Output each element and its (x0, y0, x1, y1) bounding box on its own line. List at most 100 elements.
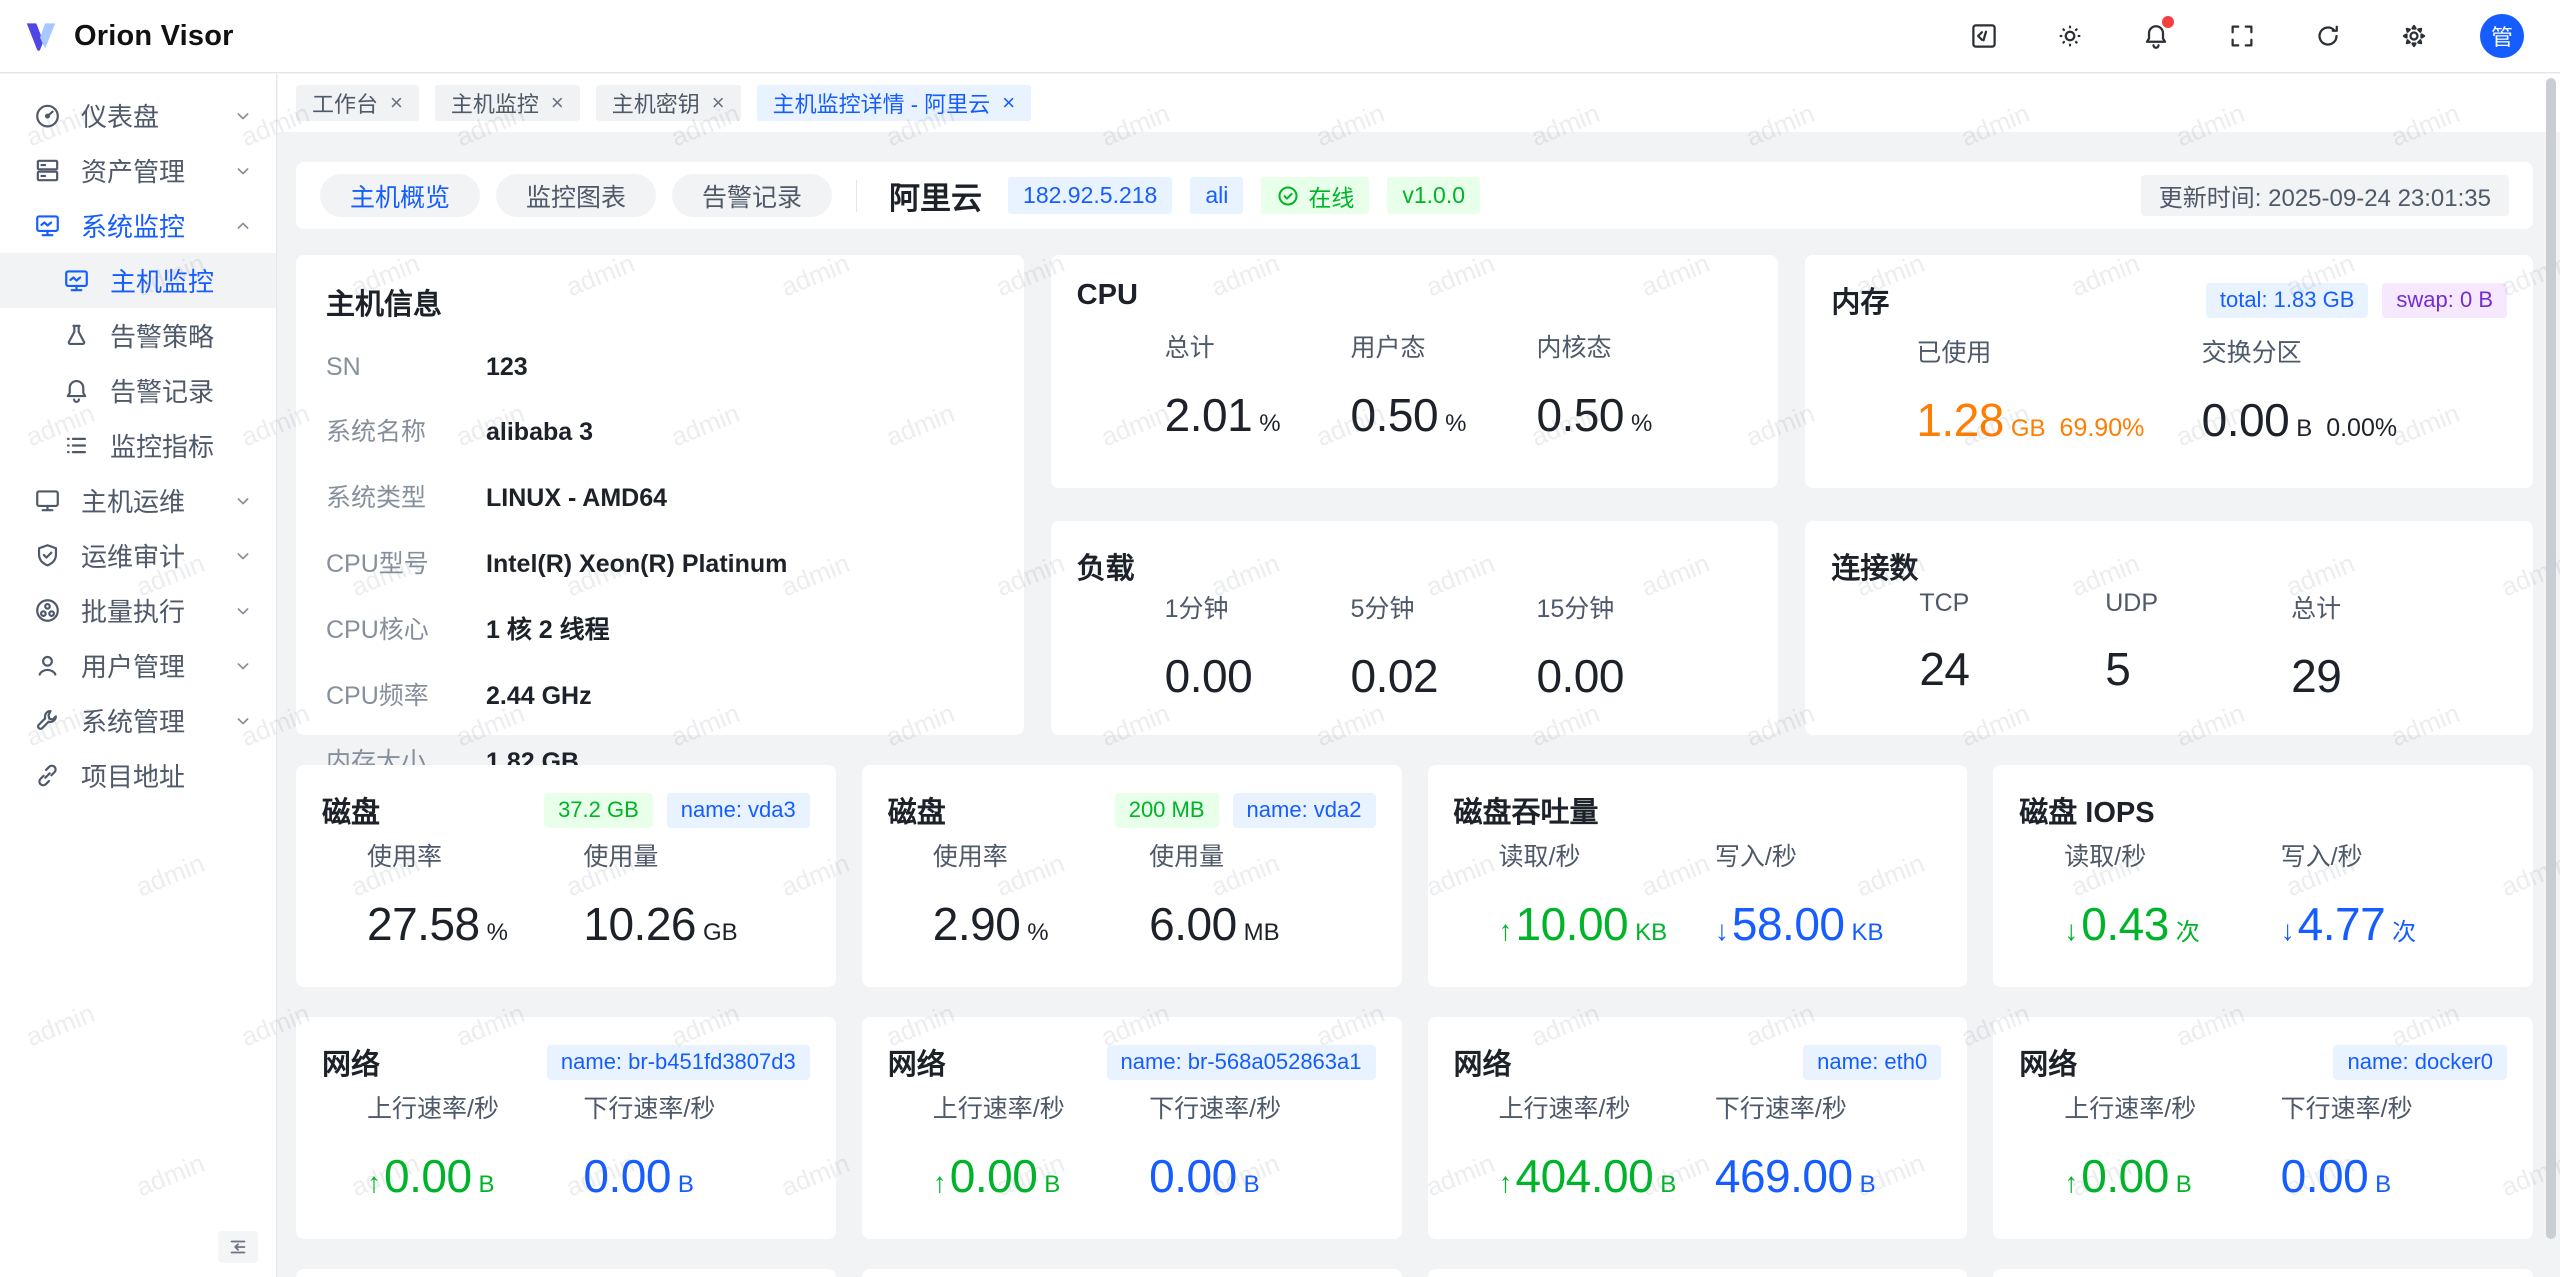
tab-主机密钥[interactable]: 主机密钥× (596, 85, 741, 121)
sidebar-item-批量执行[interactable]: 批量执行 (0, 583, 276, 638)
arrow-down-icon: ↓ (2281, 915, 2295, 947)
stat-value: 0.00B (2281, 1149, 2497, 1203)
stat-读取/秒: 读取/秒↓0.43次 (2064, 837, 2280, 951)
stat-unit: B (678, 1171, 694, 1199)
fullscreen-button[interactable] (2222, 16, 2262, 56)
stats-row: 使用率2.90%使用量6.00MB (888, 831, 1376, 963)
stat-交换分区: 交换分区0.00B0.00% (2202, 333, 2487, 447)
theme-button[interactable] (2050, 16, 2090, 56)
stat-label: 使用率 (367, 837, 583, 873)
card-badge: name: vda2 (1233, 793, 1376, 828)
tab-close-icon[interactable]: × (390, 92, 403, 114)
stat-下行速率/秒: 下行速率/秒469.00B (1715, 1089, 1931, 1203)
stat-下行速率/秒: 下行速率/秒0.00B (583, 1089, 799, 1203)
info-value: 123 (486, 353, 528, 382)
sidebar-nav: 仪表盘资产管理系统监控主机监控告警策略告警记录监控指标主机运维运维审计批量执行用… (0, 88, 276, 803)
stat-value: 5 (2105, 642, 2291, 696)
avatar[interactable]: 管 (2480, 14, 2524, 58)
refresh-icon (2313, 21, 2343, 51)
settings-button[interactable] (2394, 16, 2434, 56)
tab-工作台[interactable]: 工作台× (296, 85, 419, 121)
arrow-down-icon: ↓ (1715, 915, 1729, 947)
stat-number: 2.01 (1165, 388, 1253, 442)
card-badge: 200 MB (1115, 793, 1219, 828)
sidebar-subitem-告警策略[interactable]: 告警策略 (0, 308, 276, 363)
card-badges: name: eth0 (1803, 1045, 1941, 1080)
stat-number: 0.02 (1351, 649, 1439, 703)
card-磁盘吞吐量: 磁盘吞吐量读取/秒↑10.00KB写入/秒↓58.00KB (1428, 765, 1968, 987)
fullscreen-icon (2227, 21, 2257, 51)
card-badges: total: 1.83 GBswap: 0 B (2206, 283, 2507, 318)
card-磁盘 IOPS: 磁盘 IOPS读取/秒↓0.43次写入/秒↓4.77次 (1993, 765, 2533, 987)
card-title: 磁盘 IOPS (2019, 789, 2154, 831)
scrollbar-thumb[interactable] (2546, 78, 2556, 1239)
sidebar-item-仪表盘[interactable]: 仪表盘 (0, 88, 276, 143)
notifications-button[interactable] (2136, 16, 2176, 56)
theme-icon (2055, 21, 2085, 51)
stat-extra: 69.90% (2060, 414, 2145, 443)
stat-unit: 次 (2392, 912, 2416, 947)
tab-主机监控[interactable]: 主机监控 × (435, 85, 580, 121)
monitor-icon (33, 486, 62, 515)
code-square-icon (1969, 21, 1999, 51)
code-square-button[interactable] (1964, 16, 2004, 56)
monitor-pulse-icon (33, 211, 62, 240)
stat-label: 下行速率/秒 (2281, 1089, 2497, 1125)
stat-number: 0.00 (2081, 1149, 2169, 1203)
sidebar-item-运维审计[interactable]: 运维审计 (0, 528, 276, 583)
info-row-CPU型号: CPU型号Intel(R) Xeon(R) Platinum (326, 544, 994, 580)
stat-label: 读取/秒 (1499, 837, 1715, 873)
tab-close-icon[interactable]: × (551, 92, 564, 114)
page-header-card: 主机概览监控图表告警记录 阿里云 182.92.5.218 ali 在线 v1.… (296, 162, 2533, 229)
stat-label: 使用率 (933, 837, 1149, 873)
stat-label: TCP (1919, 589, 2105, 618)
content: 主机概览监控图表告警记录 阿里云 182.92.5.218 ali 在线 v1.… (278, 132, 2560, 1277)
card-title: 主机信息 (326, 281, 994, 323)
update-time: 更新时间: 2025-09-24 23:01:35 (2141, 175, 2509, 216)
stat-label: 使用量 (583, 837, 799, 873)
link-icon (33, 761, 62, 790)
card-badge: name: br-b451fd3807d3 (547, 1045, 810, 1080)
stat-unit: B (1044, 1171, 1060, 1199)
sidebar-subitem-告警记录[interactable]: 告警记录 (0, 363, 276, 418)
card-head: 磁盘吞吐量 (1454, 789, 1942, 831)
refresh-button[interactable] (2308, 16, 2348, 56)
sidebar-subitem-监控指标[interactable]: 监控指标 (0, 418, 276, 473)
stat-value: 0.50% (1536, 388, 1722, 442)
sidebar-item-用户管理[interactable]: 用户管理 (0, 638, 276, 693)
stat-number: 5 (2105, 642, 2130, 696)
info-label: CPU频率 (326, 676, 486, 712)
notification-dot (2162, 16, 2174, 28)
sidebar-subitem-主机监控[interactable]: 主机监控 (0, 253, 276, 308)
arrow-up-icon: ↑ (367, 1167, 381, 1199)
tab-close-icon[interactable]: × (1002, 92, 1015, 114)
stat-value: 27.58% (367, 897, 583, 951)
scrollbar[interactable] (2546, 76, 2558, 1273)
sidebar-collapse-button[interactable] (218, 1231, 258, 1263)
list-icon (62, 431, 91, 460)
tab-主机监控详情 - 阿里云[interactable]: 主机监控详情 - 阿里云× (757, 85, 1031, 121)
view-tab-主机概览[interactable]: 主机概览 (320, 174, 480, 217)
stat-value: ↓58.00KB (1715, 897, 1931, 951)
stat-label: 已使用 (1916, 333, 2201, 369)
sidebar-item-主机运维[interactable]: 主机运维 (0, 473, 276, 528)
stat-label: 下行速率/秒 (1715, 1089, 1931, 1125)
sidebar-item-系统管理[interactable]: 系统管理 (0, 693, 276, 748)
sidebar-item-项目地址[interactable]: 项目地址 (0, 748, 276, 803)
tab-label: 主机监控 (451, 87, 539, 119)
stat-number: 0.00 (583, 1149, 671, 1203)
sidebar-item-label: 用户管理 (81, 647, 232, 684)
stat-unit: GB (2011, 415, 2046, 443)
stats-row: 1分钟0.005分钟0.0215分钟0.00 (1077, 587, 1753, 711)
stat-value: 10.26GB (583, 897, 799, 951)
overview-grid: 主机信息SN123系统名称alibaba 3系统类型LINUX - AMD64C… (296, 255, 2533, 735)
stat-number: 27.58 (367, 897, 480, 951)
host-status-badge: 在线 (1261, 177, 1369, 214)
sidebar-item-系统监控[interactable]: 系统监控 (0, 198, 276, 253)
tab-close-icon[interactable]: × (712, 92, 725, 114)
view-tab-告警记录[interactable]: 告警记录 (672, 174, 832, 217)
view-tab-监控图表[interactable]: 监控图表 (496, 174, 656, 217)
stat-unit: 次 (2176, 912, 2200, 947)
card-badge: 37.2 GB (544, 793, 653, 828)
sidebar-item-资产管理[interactable]: 资产管理 (0, 143, 276, 198)
